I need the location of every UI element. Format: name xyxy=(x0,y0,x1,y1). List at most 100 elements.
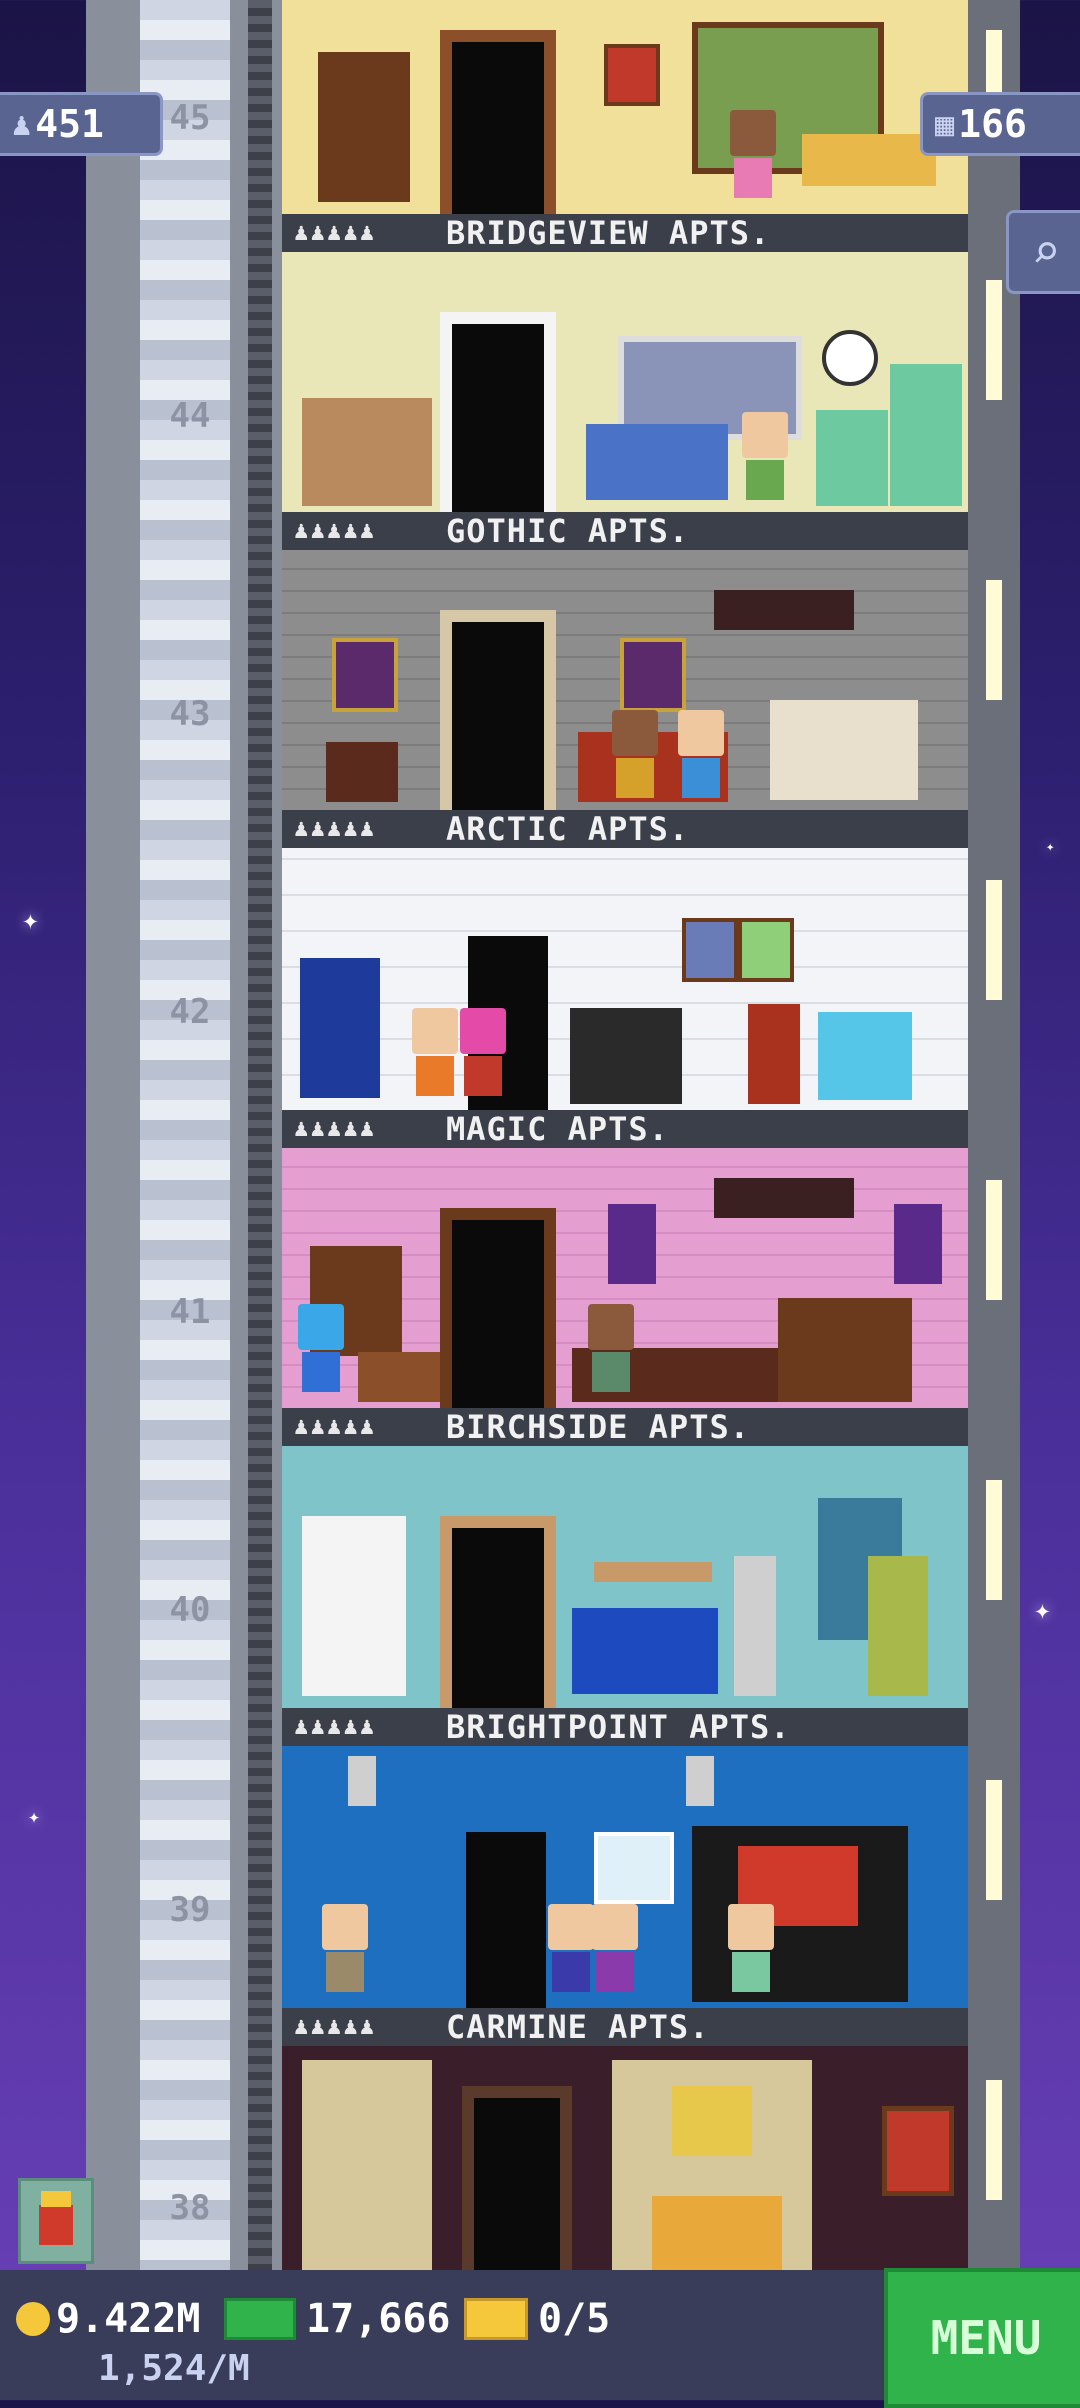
lamp-table xyxy=(748,1004,800,1104)
floor-count-value: 166 xyxy=(958,102,1027,146)
star-icon: ✦ xyxy=(1034,1593,1051,1626)
magnifier-icon: ⌕ xyxy=(1031,224,1061,280)
floor-40-room[interactable] xyxy=(282,1446,968,1708)
star-icon: ✦ xyxy=(22,903,39,936)
floor-sign-45: ♟♟♟♟♟ BRIDGEVIEW APTS. xyxy=(282,214,968,252)
ticket-display[interactable]: 0/5 xyxy=(464,2296,610,2342)
floor-sign-40: ♟♟♟♟♟ BRIGHTPOINT APTS. xyxy=(282,1708,968,1746)
resident-person[interactable] xyxy=(548,1904,594,1994)
potted-plant xyxy=(868,1556,928,1696)
population-value: 451 xyxy=(35,102,104,146)
floor-43-room[interactable] xyxy=(282,550,968,810)
floor-name: MAGIC APTS. xyxy=(446,1110,669,1148)
refrigerator xyxy=(890,364,962,506)
residents-indicator: ♟♟♟♟♟ xyxy=(294,2012,377,2040)
ceiling-lamp xyxy=(348,1756,376,1806)
apartment-door xyxy=(440,1208,556,1408)
painting xyxy=(882,2106,954,2196)
fireplace xyxy=(770,700,918,800)
resident-person[interactable] xyxy=(298,1304,344,1394)
floor-name: BRIDGEVIEW APTS. xyxy=(446,214,771,252)
residents-indicator: ♟♟♟♟♟ xyxy=(294,1712,377,1740)
dining-table xyxy=(302,398,432,506)
floor-number: 40 xyxy=(169,1590,211,1630)
picture-frame xyxy=(738,918,794,982)
floor-number: 41 xyxy=(169,1292,211,1332)
floor-lamp xyxy=(734,1556,776,1696)
bux-display[interactable]: 17,666 xyxy=(224,2296,451,2342)
apartment-door xyxy=(462,2086,572,2270)
tower-window xyxy=(986,880,1002,1000)
floor-name: BIRCHSIDE APTS. xyxy=(446,1408,750,1446)
bed xyxy=(652,2196,782,2270)
wallpaper-panel xyxy=(302,2060,432,2270)
floor-44-room[interactable] xyxy=(282,252,968,512)
floor-38-room[interactable] xyxy=(282,2046,968,2270)
floor-45-room[interactable] xyxy=(282,0,968,214)
white-cabinet xyxy=(302,1516,406,1696)
resident-person[interactable] xyxy=(460,1008,506,1098)
star-icon: ✦ xyxy=(28,1804,41,1828)
resident-person[interactable] xyxy=(322,1904,368,1994)
floor-number: 43 xyxy=(169,694,211,734)
floor-sign-42: ♟♟♟♟♟ MAGIC APTS. xyxy=(282,1110,968,1148)
resident-person[interactable] xyxy=(678,710,724,800)
resident-person[interactable] xyxy=(412,1008,458,1098)
floor-39-room[interactable] xyxy=(282,1746,968,2008)
ceiling-lamp xyxy=(686,1756,714,1806)
building-icon: ▦ xyxy=(935,105,955,143)
apartment-door xyxy=(440,312,556,512)
floor-name: CARMINE APTS. xyxy=(446,2008,710,2046)
bux-value: 17,666 xyxy=(306,2296,451,2342)
apartment-door xyxy=(440,1516,556,1708)
residents-indicator: ♟♟♟♟♟ xyxy=(294,1114,377,1142)
chandelier xyxy=(714,1178,854,1218)
coin-display[interactable]: 9.422M xyxy=(16,2296,201,2342)
tower-window xyxy=(986,1780,1002,1900)
person-icon: ♟ xyxy=(12,105,32,143)
shield-decoration xyxy=(620,638,686,712)
population-counter[interactable]: ♟ 451 xyxy=(0,92,163,156)
floor-sign-44: ♟♟♟♟♟ GOTHIC APTS. xyxy=(282,512,968,550)
tower-window xyxy=(986,2080,1002,2200)
residents-indicator: ♟♟♟♟♟ xyxy=(294,516,377,544)
picture-frame xyxy=(682,918,738,982)
blue-sofa xyxy=(572,1608,718,1694)
picture-frame xyxy=(604,44,660,106)
tower-window xyxy=(986,280,1002,400)
floor-counter[interactable]: ▦ 166 xyxy=(920,92,1080,156)
coin-icon xyxy=(16,2302,50,2336)
resident-person[interactable] xyxy=(730,110,776,200)
search-button[interactable]: ⌕ xyxy=(1006,210,1080,294)
resident-person[interactable] xyxy=(588,1304,634,1394)
bux-icon xyxy=(224,2298,296,2340)
tower-window xyxy=(986,1180,1002,1300)
floor-42-room[interactable] xyxy=(282,848,968,1110)
armchair xyxy=(818,1012,912,1100)
fries-item-icon[interactable] xyxy=(18,2178,94,2264)
resident-person[interactable] xyxy=(612,710,658,800)
resident-person[interactable] xyxy=(592,1904,638,1994)
ticket-icon xyxy=(464,2298,528,2340)
star-icon: ✦ xyxy=(1046,839,1055,855)
floor-name: GOTHIC APTS. xyxy=(446,512,690,550)
wall-clock xyxy=(822,330,878,386)
resident-person[interactable] xyxy=(728,1904,774,1994)
residents-indicator: ♟♟♟♟♟ xyxy=(294,218,377,246)
coin-value: 9.422M xyxy=(56,2296,201,2342)
floor-name: BRIGHTPOINT APTS. xyxy=(446,1708,791,1746)
chandelier xyxy=(714,590,854,630)
ticket-value: 0/5 xyxy=(538,2296,611,2342)
floor-number: 42 xyxy=(169,992,211,1032)
residents-indicator: ♟♟♟♟♟ xyxy=(294,814,377,842)
floor-41-room[interactable] xyxy=(282,1148,968,1408)
wizard-banner xyxy=(894,1204,942,1284)
floor-number: 39 xyxy=(169,1890,211,1930)
residents-indicator: ♟♟♟♟♟ xyxy=(294,1412,377,1440)
menu-button[interactable]: MENU xyxy=(884,2268,1080,2408)
resident-person[interactable] xyxy=(742,412,788,502)
sofa xyxy=(586,424,728,500)
coin-rate: 1,524/M xyxy=(98,2348,250,2389)
blue-cabinet xyxy=(300,958,380,1098)
picture-frame xyxy=(594,1832,674,1904)
